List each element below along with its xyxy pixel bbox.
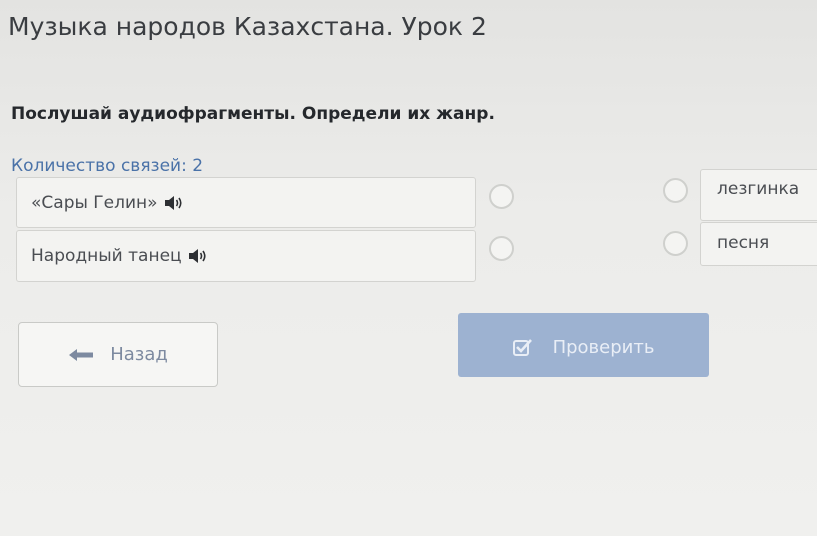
match-item-label: Народный танец	[31, 246, 182, 266]
connector-right-1[interactable]	[663, 178, 688, 203]
checkbox-icon	[512, 338, 533, 356]
match-item-label: песня	[717, 233, 770, 253]
back-button-label: Назад	[110, 344, 168, 365]
check-button-label: Проверить	[552, 337, 655, 358]
speaker-icon[interactable]	[164, 195, 184, 211]
match-item-right-2[interactable]: песня	[700, 222, 817, 266]
connector-left-1[interactable]	[489, 184, 514, 209]
connections-count: Количество связей: 2	[11, 156, 204, 176]
connector-left-2[interactable]	[489, 236, 514, 261]
arrow-left-icon	[68, 348, 94, 362]
match-item-label: лезгинка	[717, 179, 800, 199]
connector-right-2[interactable]	[663, 231, 688, 256]
match-item-label: «Сары Гелин»	[31, 192, 158, 213]
match-item-left-1[interactable]: «Сары Гелин»	[16, 177, 476, 228]
match-item-right-1[interactable]: лезгинка	[700, 169, 817, 221]
back-button[interactable]: Назад	[18, 322, 218, 387]
check-button[interactable]: Проверить	[458, 313, 709, 377]
speaker-icon[interactable]	[188, 248, 208, 264]
task-instruction: Послушай аудиофрагменты. Определи их жан…	[11, 104, 495, 124]
match-item-left-2[interactable]: Народный танец	[16, 230, 476, 282]
page-title: Музыка народов Казахстана. Урок 2	[8, 12, 487, 41]
